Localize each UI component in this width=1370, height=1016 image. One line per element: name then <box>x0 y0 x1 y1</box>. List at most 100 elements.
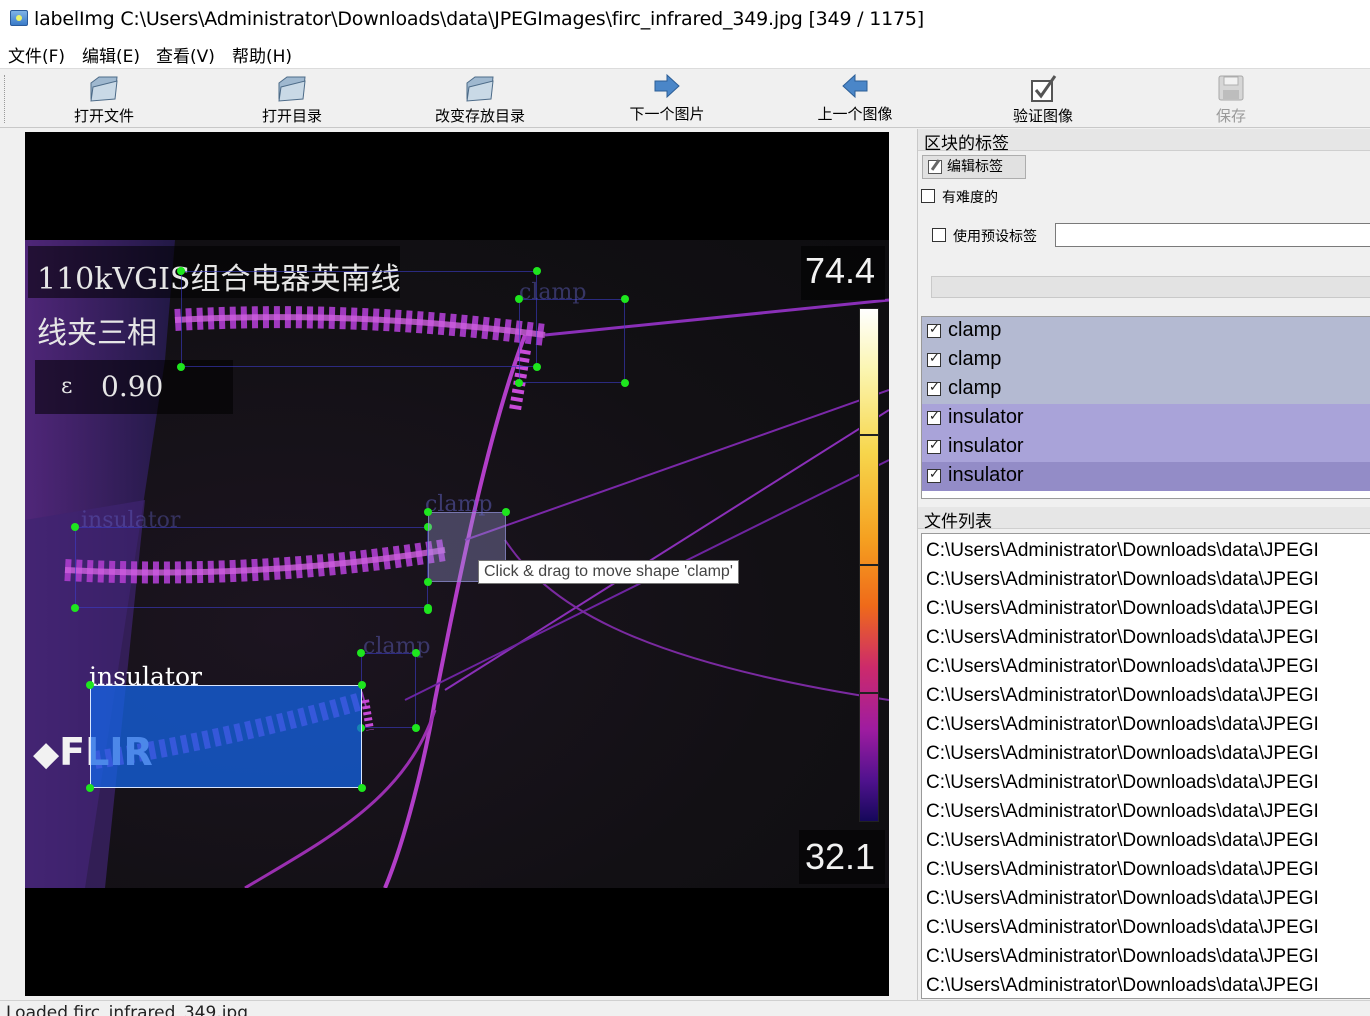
file-list-item[interactable]: C:\Users\Administrator\Downloads\data\JP… <box>926 859 1319 881</box>
image-canvas[interactable]: 110kVGIS组合电器英南线 线夹三相 ε 0.90 74.4 32.1 ◆F… <box>25 132 889 996</box>
shape-handle[interactable] <box>177 267 185 275</box>
scale-tick <box>859 434 879 436</box>
file-list-item[interactable]: C:\Users\Administrator\Downloads\data\JP… <box>926 772 1319 794</box>
next-image-button[interactable]: 下一个图片 <box>577 71 757 127</box>
file-list-item[interactable]: C:\Users\Administrator\Downloads\data\JP… <box>926 917 1319 939</box>
label-list-item[interactable]: insulator <box>922 462 1370 491</box>
shape-handle[interactable] <box>424 578 432 586</box>
arrow-left-icon <box>842 73 868 99</box>
label-list[interactable]: clamp clamp clamp insulator insulator insulat… <box>921 316 1370 499</box>
use-default-label-checkbox[interactable] <box>932 228 946 242</box>
prev-image-label: 上一个图像 <box>817 105 893 123</box>
label-list-item[interactable]: insulator <box>922 433 1370 462</box>
file-list-item[interactable]: C:\Users\Administrator\Downloads\data\JP… <box>926 888 1319 910</box>
shape-handle[interactable] <box>515 295 523 303</box>
shape-handle[interactable] <box>177 363 185 371</box>
file-list[interactable]: C:\Users\Administrator\Downloads\data\JP… <box>921 533 1370 999</box>
label-list-item[interactable]: clamp <box>922 346 1370 375</box>
file-list-item[interactable]: C:\Users\Administrator\Downloads\data\JP… <box>926 946 1319 968</box>
file-list-item[interactable]: C:\Users\Administrator\Downloads\data\JP… <box>926 569 1319 591</box>
verify-image-button[interactable]: 验证图像 <box>953 71 1133 127</box>
open-file-button[interactable]: 打开文件 <box>14 71 194 127</box>
open-file-icon <box>90 76 118 102</box>
shape-handle[interactable] <box>424 508 432 516</box>
canvas-area: 110kVGIS组合电器英南线 线夹三相 ε 0.90 74.4 32.1 ◆F… <box>0 129 914 1000</box>
difficult-label: 有难度的 <box>942 190 998 206</box>
verify-image-label: 验证图像 <box>1012 107 1073 125</box>
emissivity-value: 0.90 <box>101 370 164 403</box>
label-list-item[interactable]: insulator <box>922 404 1370 433</box>
right-dock: 区块的标签 编辑标签 有难度的 使用预设标签 clamp clamp clamp in… <box>917 129 1370 1000</box>
shape-handle[interactable] <box>358 681 366 689</box>
file-list-item[interactable]: C:\Users\Administrator\Downloads\data\JP… <box>926 743 1319 765</box>
shape-handle[interactable] <box>621 379 629 387</box>
shape-handle[interactable] <box>515 379 523 387</box>
file-list-item[interactable]: C:\Users\Administrator\Downloads\data\JP… <box>926 830 1319 852</box>
label-visible-checkbox[interactable] <box>927 438 941 454</box>
label-list-item[interactable]: clamp <box>922 375 1370 404</box>
menu-edit[interactable]: 编辑(E) <box>82 42 140 67</box>
label-list-item-text: insulator <box>948 435 1024 457</box>
label-visible-checkbox[interactable] <box>927 351 941 367</box>
menu-help[interactable]: 帮助(H) <box>232 42 292 67</box>
file-list-item[interactable]: C:\Users\Administrator\Downloads\data\JP… <box>926 627 1319 649</box>
shape-insulator-selected[interactable] <box>90 685 362 788</box>
shape-insulator-middle-label: insulator <box>81 508 181 533</box>
default-label-input[interactable] <box>1055 223 1370 247</box>
hud-line-2: 线夹三相 <box>37 316 157 351</box>
change-save-dir-button[interactable]: 改变存放目录 <box>390 71 570 127</box>
shape-handle[interactable] <box>412 724 420 732</box>
scale-tick <box>859 564 879 566</box>
save-button[interactable]: 保存 <box>1141 71 1321 127</box>
shape-handle[interactable] <box>71 523 79 531</box>
label-visible-checkbox[interactable] <box>927 409 941 425</box>
shape-tooltip: Click & drag to move shape 'clamp' <box>478 560 739 584</box>
shape-insulator-middle[interactable] <box>75 527 428 608</box>
shape-handle[interactable] <box>424 606 432 614</box>
label-list-item-text: clamp <box>948 377 1002 399</box>
shape-handle[interactable] <box>412 649 420 657</box>
open-dir-button[interactable]: 打开目录 <box>202 71 382 127</box>
file-list-item[interactable]: C:\Users\Administrator\Downloads\data\JP… <box>926 540 1319 562</box>
file-list-item[interactable]: C:\Users\Administrator\Downloads\data\JP… <box>926 685 1319 707</box>
arrow-right-icon <box>654 73 680 99</box>
open-folder-icon <box>278 76 306 102</box>
prev-image-button[interactable]: 上一个图像 <box>765 71 945 127</box>
label-list-item-text: clamp <box>948 319 1002 341</box>
toolbar-grip[interactable] <box>4 75 6 123</box>
shape-clamp-middle-label: clamp <box>425 492 493 517</box>
file-list-item[interactable]: C:\Users\Administrator\Downloads\data\JP… <box>926 656 1319 678</box>
edit-label-button[interactable]: 编辑标签 <box>922 155 1026 179</box>
status-text: Loaded firc_infrared_349.jpg <box>6 1003 249 1016</box>
label-visible-checkbox[interactable] <box>927 322 941 338</box>
shape-insulator-top[interactable] <box>181 271 537 367</box>
label-visible-checkbox[interactable] <box>927 467 941 483</box>
shape-handle[interactable] <box>533 267 541 275</box>
shape-clamp-top[interactable] <box>519 299 625 383</box>
app-icon <box>10 10 28 26</box>
file-list-item[interactable]: C:\Users\Administrator\Downloads\data\JP… <box>926 598 1319 620</box>
shape-handle[interactable] <box>357 649 365 657</box>
folder-icon <box>466 76 494 102</box>
shape-handle[interactable] <box>86 681 94 689</box>
label-combobox[interactable] <box>931 276 1370 298</box>
shape-handle[interactable] <box>86 784 94 792</box>
toolbar: 打开文件 打开目录 改变存放目录 下一个图片 上一个图像 验证图像 保存 <box>0 68 1370 128</box>
menu-file[interactable]: 文件(F) <box>8 42 65 67</box>
label-list-item[interactable]: clamp <box>922 317 1370 346</box>
label-visible-checkbox[interactable] <box>927 380 941 396</box>
menu-view[interactable]: 查看(V) <box>156 42 215 67</box>
shape-handle[interactable] <box>502 508 510 516</box>
label-list-item-text: insulator <box>948 406 1024 428</box>
shape-handle[interactable] <box>71 604 79 612</box>
emissivity-symbol: ε <box>61 374 73 399</box>
shape-clamp-lower[interactable] <box>361 653 416 728</box>
file-list-item[interactable]: C:\Users\Administrator\Downloads\data\JP… <box>926 801 1319 823</box>
next-image-label: 下一个图片 <box>629 105 705 123</box>
shape-handle[interactable] <box>358 784 366 792</box>
shape-handle[interactable] <box>621 295 629 303</box>
file-list-item[interactable]: C:\Users\Administrator\Downloads\data\JP… <box>926 714 1319 736</box>
file-list-item[interactable]: C:\Users\Administrator\Downloads\data\JP… <box>926 975 1319 997</box>
difficult-checkbox[interactable] <box>921 189 935 203</box>
temp-max: 74.4 <box>805 250 876 291</box>
